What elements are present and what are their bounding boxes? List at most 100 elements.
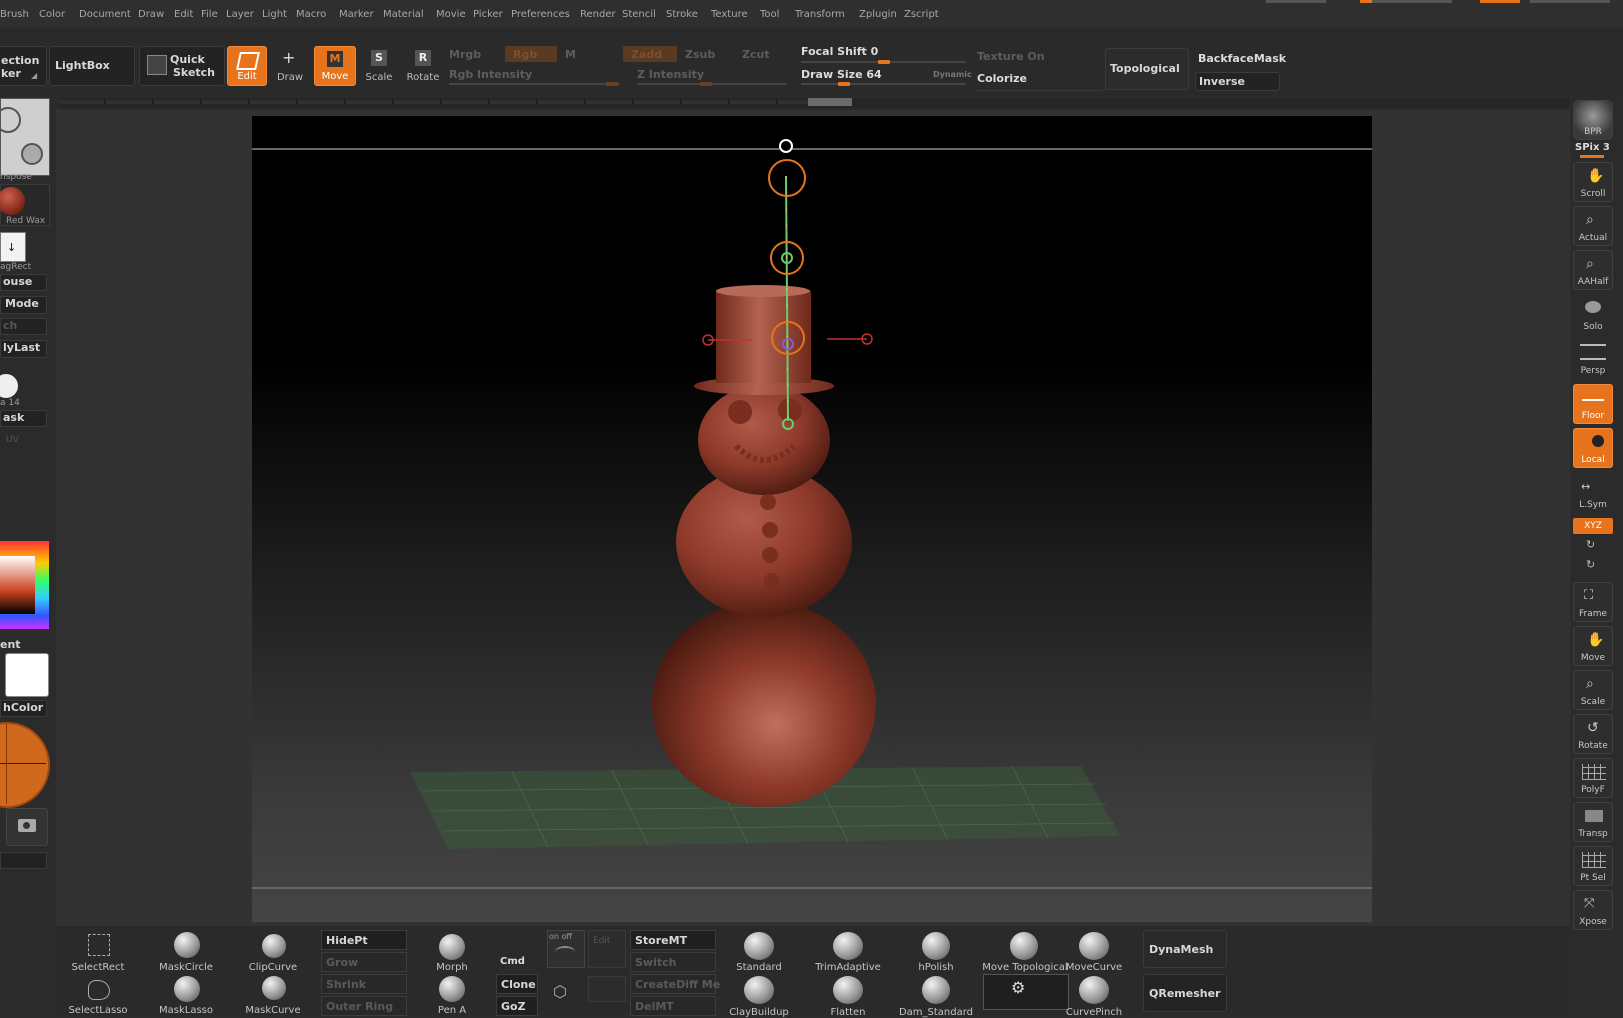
secondary-color-swatch[interactable]: [5, 653, 49, 697]
draw-mode-button[interactable]: + Draw: [268, 46, 312, 86]
spix-slider-label[interactable]: SPix 3: [1575, 142, 1610, 153]
selected-brush-slot[interactable]: [983, 974, 1069, 1010]
alpha-button[interactable]: ouse: [0, 274, 47, 291]
menu-file[interactable]: File: [201, 9, 218, 20]
stroke-thumb[interactable]: ↓: [0, 232, 26, 262]
scale-view-button[interactable]: ⌕ Scale: [1573, 670, 1613, 710]
menu-light[interactable]: Light: [262, 9, 287, 20]
color-picker[interactable]: [0, 541, 49, 629]
delmt-button[interactable]: DelMT: [630, 996, 716, 1016]
switch-color-button[interactable]: hColor: [0, 700, 47, 717]
clipcurve-button[interactable]: ClipCurve: [239, 962, 307, 973]
menu-preferences[interactable]: Preferences: [511, 9, 570, 20]
mask-button[interactable]: ask: [0, 410, 47, 427]
menu-stencil[interactable]: Stencil: [622, 9, 656, 20]
actual-button[interactable]: ⌕ Actual: [1573, 206, 1613, 246]
menu-marker[interactable]: Marker: [339, 9, 374, 20]
selection-picker-button[interactable]: ection ker ◢: [0, 46, 47, 86]
lylast-button[interactable]: lyLast: [0, 340, 47, 358]
hidept-button[interactable]: HidePt: [321, 930, 407, 950]
focal-shift-slider-label[interactable]: Focal Shift 0: [801, 45, 878, 58]
lsym-button[interactable]: ↔ L.Sym: [1573, 472, 1613, 512]
texture-on-button[interactable]: Texture On: [977, 50, 1045, 63]
menu-layer[interactable]: Layer: [226, 9, 254, 20]
xyz-button[interactable]: XYZ: [1573, 518, 1613, 534]
shrink-button[interactable]: Shrink: [321, 974, 407, 994]
menu-zplugin[interactable]: Zplugin: [859, 9, 897, 20]
maskcurve-button[interactable]: MaskCurve: [239, 1005, 307, 1016]
menu-color[interactable]: Color: [39, 9, 65, 20]
masklasso-button[interactable]: MaskLasso: [151, 1005, 221, 1016]
m-button[interactable]: M: [565, 48, 576, 61]
main-color-swatch[interactable]: [0, 722, 50, 808]
scale-mode-button[interactable]: S Scale: [357, 46, 401, 86]
menu-brush[interactable]: Brush: [0, 9, 29, 20]
movecurve-brush-button[interactable]: MoveCurve: [1062, 962, 1126, 973]
zsub-button[interactable]: Zsub: [685, 48, 715, 61]
rotate-mode-button[interactable]: R Rotate: [401, 46, 445, 86]
ch-button[interactable]: ch: [0, 318, 47, 335]
selectlasso-button[interactable]: SelectLasso: [66, 1005, 130, 1016]
timeline-strip[interactable]: [58, 98, 1572, 108]
menu-zscript[interactable]: Zscript: [904, 9, 939, 20]
draw-size-slider[interactable]: [801, 83, 966, 85]
left-empty-slot[interactable]: [0, 852, 47, 869]
xpose-button[interactable]: ⤧ Xpose: [1573, 890, 1613, 930]
goz-button[interactable]: GoZ: [496, 996, 538, 1016]
transp-button[interactable]: Transp: [1573, 802, 1613, 842]
menu-movie[interactable]: Movie: [436, 9, 466, 20]
menu-document[interactable]: Document: [79, 9, 131, 20]
standard-brush-button[interactable]: Standard: [724, 962, 794, 973]
menu-macro[interactable]: Macro: [296, 9, 326, 20]
menu-tool[interactable]: Tool: [760, 9, 779, 20]
rgb-intensity-knob[interactable]: [606, 82, 618, 86]
persp-button[interactable]: Persp: [1573, 338, 1613, 378]
floor-button[interactable]: Floor: [1573, 384, 1613, 424]
spix-slider[interactable]: [1580, 155, 1604, 158]
snapshot-button[interactable]: [6, 808, 48, 846]
grow-button[interactable]: Grow: [321, 952, 407, 972]
frame-button[interactable]: ⛶ Frame: [1573, 582, 1613, 622]
polyf-button[interactable]: PolyF: [1573, 758, 1613, 798]
rotate-y-icon[interactable]: ↻: [1586, 538, 1595, 551]
backface-mask-button[interactable]: BackfaceMask: [1198, 52, 1286, 65]
mrgb-button[interactable]: Mrgb: [449, 48, 481, 61]
edit-mode-button[interactable]: Edit: [227, 46, 267, 86]
pen-a-button[interactable]: Pen A: [426, 1005, 478, 1016]
rotate-z-icon[interactable]: ↻: [1586, 558, 1595, 571]
color-square[interactable]: [0, 556, 35, 614]
menu-picker[interactable]: Picker: [473, 9, 503, 20]
aahalf-button[interactable]: ⌕ AAHalf: [1573, 250, 1613, 290]
menu-texture[interactable]: Texture: [711, 9, 748, 20]
clone-button[interactable]: Clone: [496, 974, 538, 994]
dynamic-toggle[interactable]: Dynamic: [933, 70, 972, 79]
rotate-view-button[interactable]: ↺ Rotate: [1573, 714, 1613, 754]
topological-button[interactable]: Topological: [1105, 48, 1189, 90]
dynamesh-button[interactable]: DynaMesh: [1143, 930, 1227, 968]
solo-button[interactable]: Solo: [1573, 294, 1613, 334]
menu-render[interactable]: Render: [580, 9, 616, 20]
z-intensity-slider[interactable]: [637, 83, 787, 85]
morph-button[interactable]: Morph: [426, 962, 478, 973]
outer-ring-button[interactable]: Outer Ring: [321, 996, 407, 1016]
mode-button[interactable]: Mode: [0, 296, 47, 314]
storemt-button[interactable]: StoreMT: [630, 930, 716, 950]
ptsel-button[interactable]: Pt Sel: [1573, 846, 1613, 886]
rgb-intensity-slider[interactable]: [449, 83, 619, 85]
qremesher-button[interactable]: QRemesher: [1143, 974, 1227, 1012]
menu-edit[interactable]: Edit: [174, 9, 193, 20]
selectrect-button[interactable]: SelectRect: [66, 962, 130, 973]
viewport[interactable]: [252, 116, 1372, 922]
focal-shift-knob[interactable]: [878, 60, 890, 64]
move-topological-brush-button[interactable]: Move Topological: [980, 962, 1070, 973]
scroll-button[interactable]: ✋ Scroll: [1573, 162, 1613, 202]
zcut-button[interactable]: Zcut: [742, 48, 770, 61]
transpose-brush-thumb[interactable]: [0, 98, 50, 176]
menu-stroke[interactable]: Stroke: [666, 9, 698, 20]
maskcircle-button[interactable]: MaskCircle: [151, 962, 221, 973]
inverse-button[interactable]: Inverse: [1195, 72, 1280, 91]
rgb-button[interactable]: Rgb: [505, 46, 557, 62]
hpolish-brush-button[interactable]: hPolish: [904, 962, 968, 973]
menu-draw[interactable]: Draw: [138, 9, 164, 20]
lightbox-button[interactable]: LightBox: [49, 46, 135, 86]
